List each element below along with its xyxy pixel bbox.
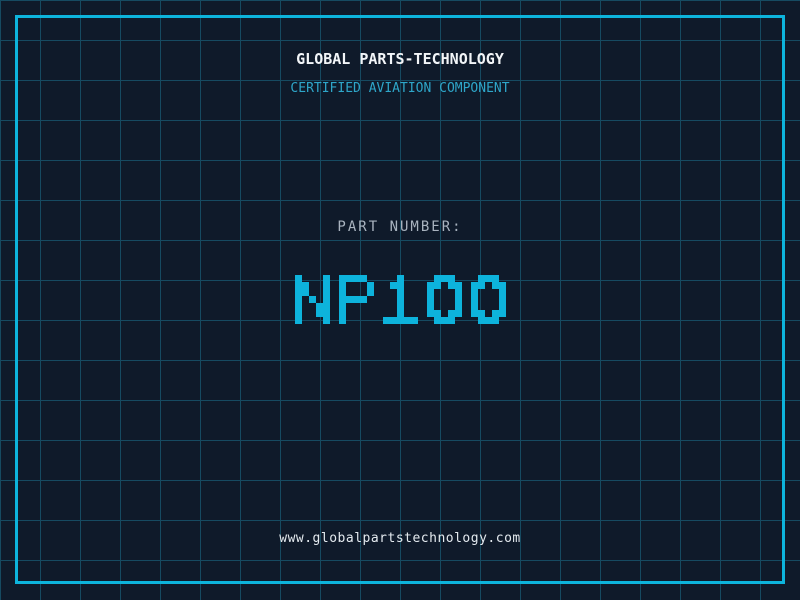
certification-subtitle: CERTIFIED AVIATION COMPONENT [0, 81, 800, 96]
company-name: GLOBAL PARTS-TECHNOLOGY [0, 50, 800, 68]
pixel-char [427, 275, 462, 324]
pixel-char [383, 275, 418, 324]
pixel-char [295, 275, 330, 324]
pixel-char [339, 275, 374, 324]
pixel-char [471, 275, 506, 324]
part-number-label: PART NUMBER: [0, 219, 800, 235]
part-number-display [0, 275, 800, 324]
footer-website-url: www.globalpartstechnology.com [0, 531, 800, 546]
